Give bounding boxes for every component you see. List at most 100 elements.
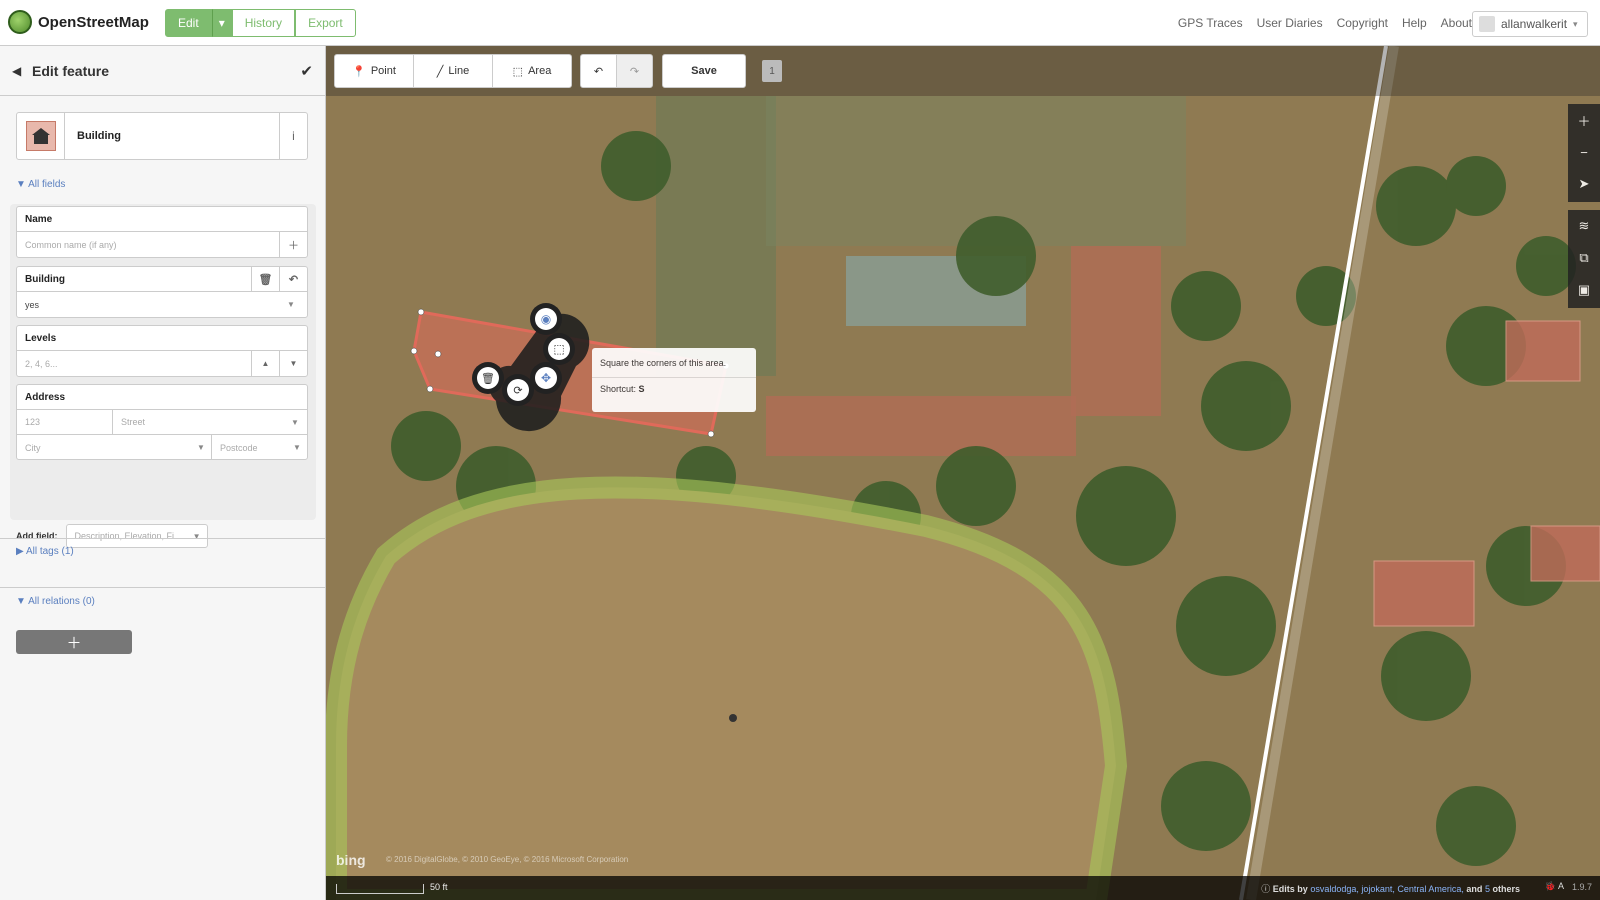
street-input[interactable]: Street: [113, 417, 291, 427]
history-icon: ⓘ: [1261, 884, 1271, 894]
building-label-row: Building 🗑 ↶: [17, 267, 307, 292]
move-icon[interactable]: ✥: [535, 367, 557, 389]
save-button[interactable]: Save: [662, 54, 746, 88]
tooltip: Square the corners of this area. Shortcu…: [592, 348, 756, 412]
name-input[interactable]: Common name (if any): [17, 240, 279, 250]
back-arrow-icon[interactable]: ◀: [12, 64, 32, 78]
brand[interactable]: OpenStreetMap: [8, 10, 149, 34]
tab-export[interactable]: Export: [295, 9, 356, 37]
nav-link-about[interactable]: About: [1441, 16, 1472, 30]
caret-down-icon: ▾: [1573, 18, 1578, 29]
nav-link-user-diaries[interactable]: User Diaries: [1257, 16, 1323, 30]
map-footer: 50 ft ⓘ Edits by osvaldodga, jojokant, C…: [326, 876, 1600, 900]
name-label: Name: [17, 207, 307, 232]
preset-item[interactable]: Building i: [16, 112, 308, 160]
undo-icon[interactable]: ↶: [279, 267, 307, 291]
address-field: Address 123 Street ▼ City ▼ Postcode ▼: [16, 384, 308, 460]
all-tags-toggle[interactable]: ▶ All tags (1): [16, 546, 74, 557]
map-toolbar: 📍 Point ╱ Line ⬚ Area ↶ ↷ Save 1: [326, 46, 1600, 96]
chevron-down-icon[interactable]: ▼: [287, 300, 307, 309]
tab-edit[interactable]: Edit: [165, 9, 212, 37]
divider: [0, 587, 326, 588]
undo-button[interactable]: ↶: [580, 54, 617, 88]
close-check-icon[interactable]: ✔: [300, 62, 313, 80]
map[interactable]: ◉ ⬚ ✥ ⟳ 🗑 Square the corners of this are…: [326, 46, 1600, 900]
edit-dropdown-button[interactable]: ▾: [211, 9, 232, 37]
rotate-icon[interactable]: ⟳: [507, 379, 529, 401]
undo-icon: ↶: [593, 65, 604, 78]
address-label: Address: [17, 385, 307, 410]
building-select[interactable]: yes: [17, 300, 287, 310]
map-panel-controls: ≋ ⧉ ▣: [1568, 210, 1600, 308]
brand-name: OpenStreetMap: [38, 13, 149, 31]
bing-logo: bing: [336, 852, 366, 868]
housenumber-input[interactable]: 123: [17, 409, 113, 435]
tooltip-text: Square the corners of this area.: [600, 358, 727, 368]
nav-link-help[interactable]: Help: [1402, 16, 1427, 30]
imagery-attribution[interactable]: © 2016 DigitalGlobe, © 2010 GeoEye, © 20…: [386, 855, 628, 864]
area-icon: ⬚: [512, 65, 524, 78]
triangle-down-icon: ▼: [16, 179, 26, 190]
user-menu[interactable]: allanwalkerit ▾: [1472, 11, 1588, 37]
save-label: Save: [691, 65, 717, 77]
and-label: and: [1466, 884, 1483, 894]
add-relation-button[interactable]: ＋: [16, 630, 132, 654]
help-book-icon[interactable]: ▣: [1568, 274, 1600, 306]
nav-link-gps-traces[interactable]: GPS Traces: [1178, 16, 1243, 30]
version[interactable]: 1.9.7: [1572, 882, 1592, 892]
all-fields-label: All fields: [28, 179, 66, 190]
triangle-right-icon: ▶: [16, 546, 24, 557]
trash-icon[interactable]: 🗑: [251, 267, 279, 291]
add-area-button[interactable]: ⬚ Area: [492, 54, 572, 88]
others-count[interactable]: 5: [1485, 884, 1490, 894]
delete-icon[interactable]: 🗑: [477, 367, 499, 389]
chevron-down-icon[interactable]: ▼: [197, 443, 211, 452]
circularize-icon[interactable]: ◉: [535, 308, 557, 330]
redo-button[interactable]: ↷: [616, 54, 653, 88]
editor-links[interactable]: osvaldodga, jojokant, Central America,: [1310, 884, 1464, 894]
all-fields-toggle[interactable]: ▼ All fields: [16, 179, 65, 190]
add-field-combo[interactable]: Description, Elevation, Fi... ▼: [65, 524, 208, 548]
geolocate-icon[interactable]: ➤: [1568, 168, 1600, 200]
add-localized-name-button[interactable]: ＋: [279, 232, 307, 257]
tab-history[interactable]: History: [231, 9, 296, 37]
all-relations-toggle[interactable]: ▼ All relations (0): [16, 596, 95, 607]
zoom-out-icon[interactable]: −: [1568, 136, 1600, 168]
username: allanwalkerit: [1501, 17, 1568, 31]
postcode-input[interactable]: Postcode: [211, 435, 293, 460]
bug-report-icon[interactable]: 🐞 A: [1545, 881, 1564, 892]
map-data-icon[interactable]: ⧉: [1568, 242, 1600, 274]
pin-icon: 📍: [352, 65, 366, 78]
triangle-down-icon: ▼: [16, 596, 26, 607]
chevron-down-icon[interactable]: ▼: [293, 443, 307, 452]
all-relations-label: All relations (0): [28, 596, 95, 607]
others-label: others: [1492, 884, 1520, 894]
decrement-icon[interactable]: ▼: [279, 351, 307, 376]
levels-field: Levels 2, 4, 6... ▲ ▼: [16, 325, 308, 377]
mode-tabs: Edit ▾ History Export: [165, 9, 356, 37]
edits-by-label: Edits by: [1272, 884, 1308, 894]
preset-icon: [17, 112, 65, 160]
square-corners-icon[interactable]: ⬚: [548, 338, 570, 360]
add-line-button[interactable]: ╱ Line: [413, 54, 493, 88]
layers-icon[interactable]: ≋: [1568, 210, 1600, 242]
tooltip-shortcut: Shortcut: S: [592, 384, 756, 394]
increment-icon[interactable]: ▲: [251, 351, 279, 376]
levels-input[interactable]: 2, 4, 6...: [17, 359, 251, 369]
shortcut-key: S: [638, 384, 645, 394]
edit-count-badge: 1: [762, 60, 782, 82]
chevron-down-icon[interactable]: ▼: [291, 418, 307, 427]
sidebar: ◀ Edit feature ✔ Building i ▼ All fields…: [0, 46, 326, 900]
city-input[interactable]: City: [17, 443, 197, 453]
name-field: Name Common name (if any) ＋: [16, 206, 308, 258]
zoom-controls: ＋ − ➤: [1568, 104, 1600, 202]
building-label: Building: [25, 273, 65, 285]
osm-logo-icon: [8, 10, 32, 34]
nav-link-copyright[interactable]: Copyright: [1337, 16, 1388, 30]
info-icon[interactable]: i: [279, 112, 307, 160]
levels-label: Levels: [17, 326, 307, 351]
scale-bar[interactable]: [336, 884, 424, 894]
point-label: Point: [370, 65, 396, 77]
zoom-in-icon[interactable]: ＋: [1568, 104, 1600, 136]
add-point-button[interactable]: 📍 Point: [334, 54, 414, 88]
